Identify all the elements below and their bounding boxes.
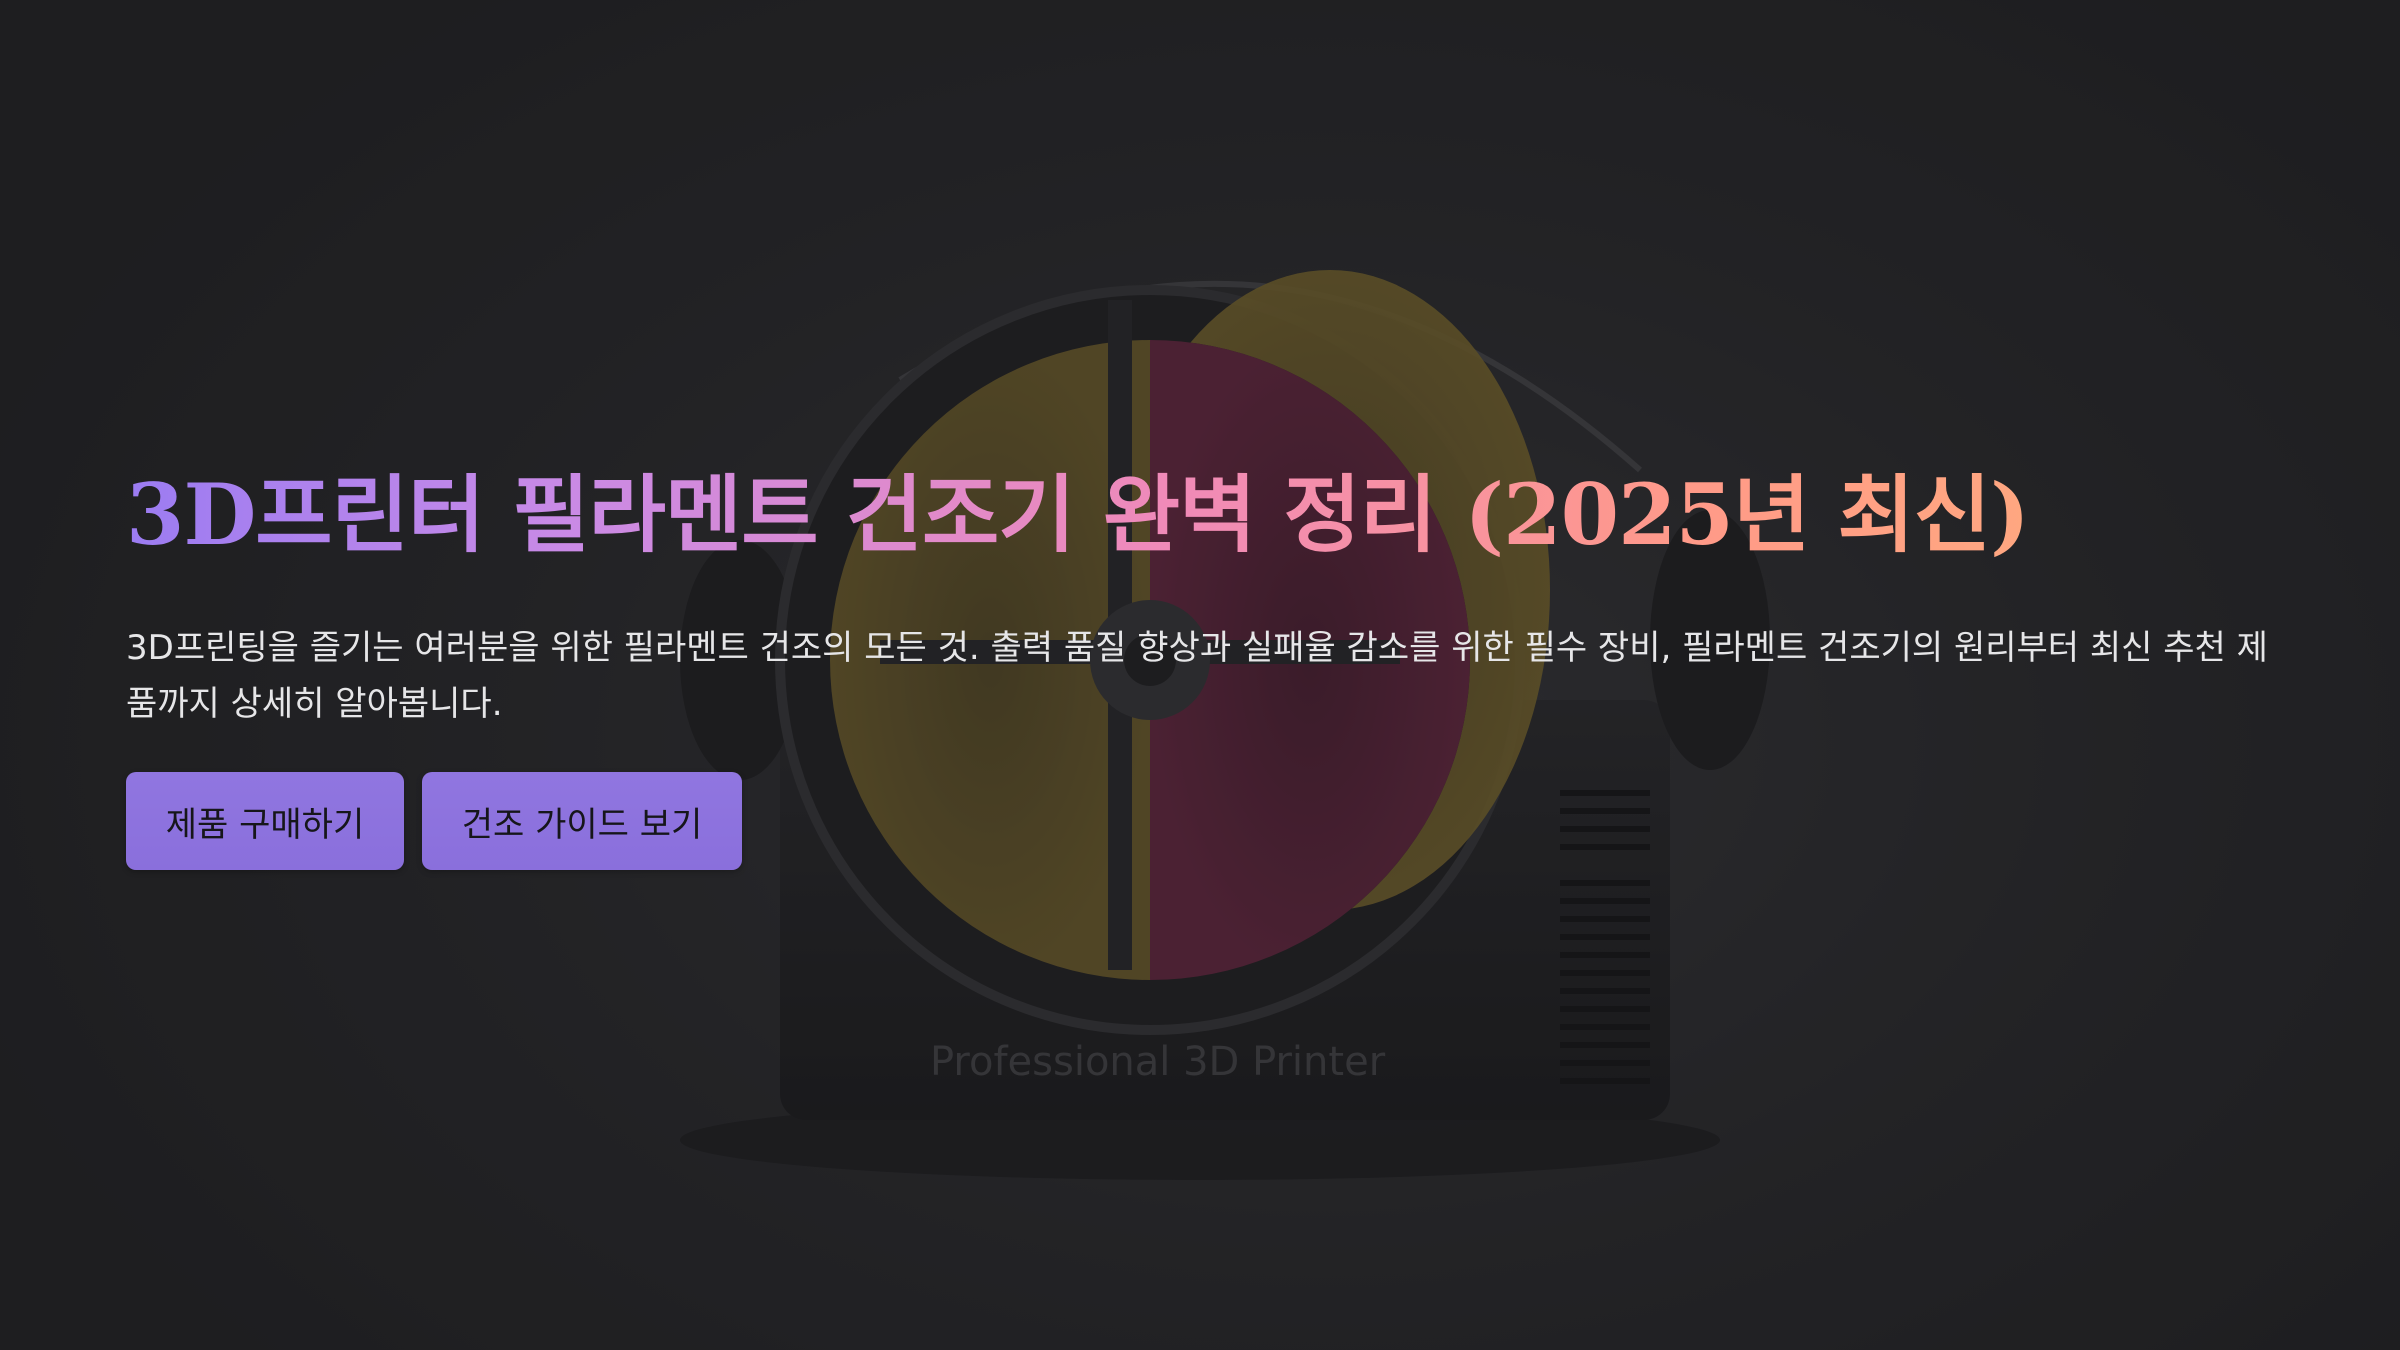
hero-description: 3D프린팅을 즐기는 여러분을 위한 필라멘트 건조의 모든 것. 출력 품질 …: [126, 628, 2268, 724]
drying-guide-button[interactable]: 건조 가이드 보기: [422, 772, 742, 870]
page-title: 3D프린터 필라멘트 건조기 완벽 정리 (2025년 최신): [126, 460, 2306, 570]
cta-button-group: 제품 구매하기 건조 가이드 보기: [126, 772, 2306, 870]
hero-section: Professional 3D Printer 3D프린터 필라멘트 건조기 완…: [0, 0, 2400, 1350]
buy-product-button[interactable]: 제품 구매하기: [126, 772, 404, 870]
hero-content: 3D프린터 필라멘트 건조기 완벽 정리 (2025년 최신) 3D프린팅을 즐…: [126, 460, 2306, 870]
